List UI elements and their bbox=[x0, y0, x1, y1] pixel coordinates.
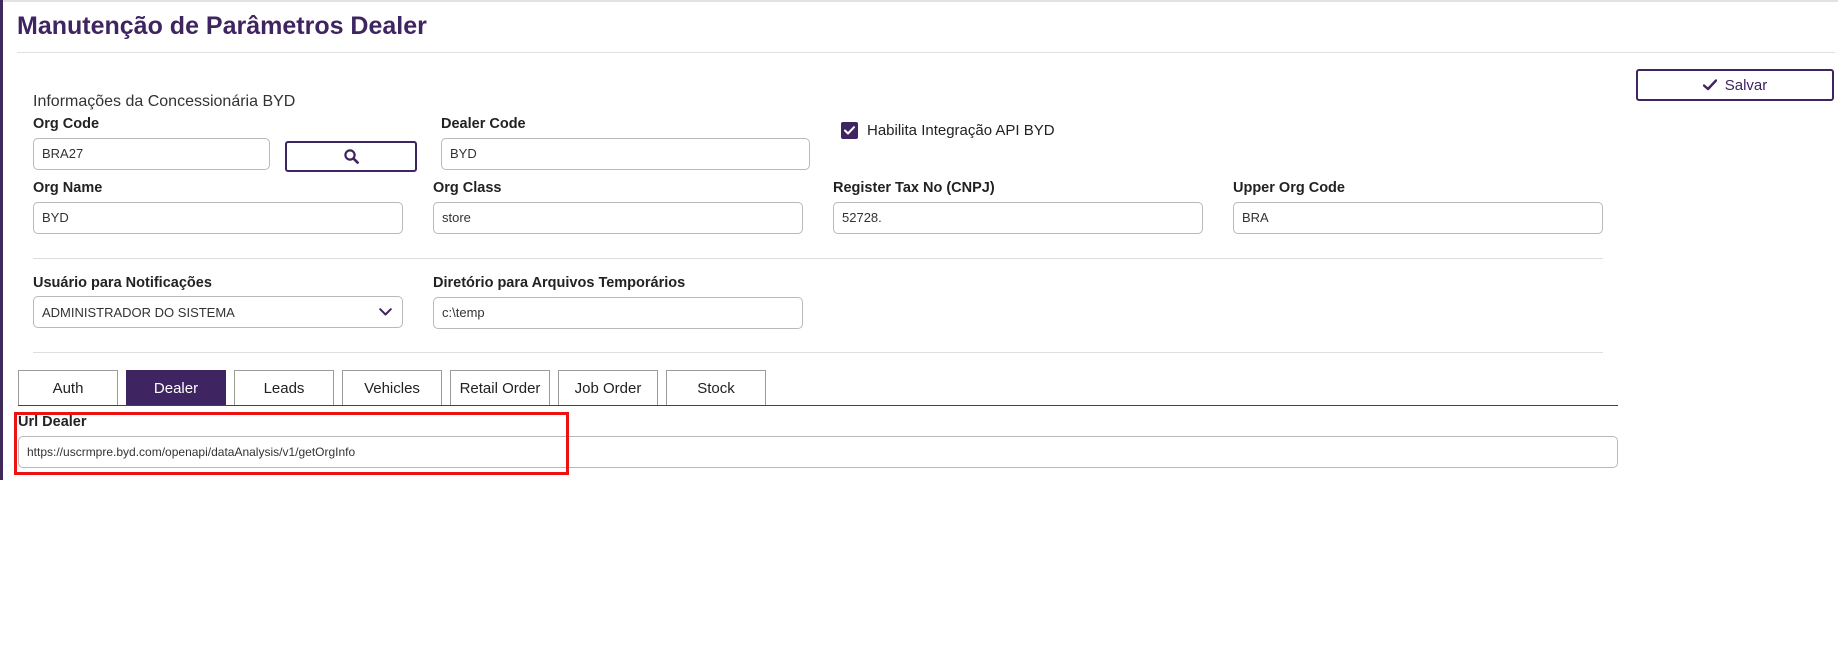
tab-retail-order[interactable]: Retail Order bbox=[450, 370, 550, 406]
tab-auth[interactable]: Auth bbox=[18, 370, 118, 406]
register-tax-label: Register Tax No (CNPJ) bbox=[833, 180, 995, 196]
register-tax-input[interactable]: 52728. bbox=[833, 202, 1203, 234]
top-border bbox=[0, 0, 1838, 2]
highlight-box bbox=[14, 412, 569, 475]
org-code-input[interactable]: BRA27 bbox=[33, 138, 270, 170]
section-divider bbox=[33, 352, 1603, 353]
tab-underline bbox=[18, 405, 1618, 406]
tab-vehicles[interactable]: Vehicles bbox=[342, 370, 442, 406]
dealer-code-input[interactable]: BYD bbox=[441, 138, 810, 170]
tab-stock[interactable]: Stock bbox=[666, 370, 766, 406]
save-button[interactable]: Salvar bbox=[1636, 69, 1834, 101]
org-class-input[interactable]: store bbox=[433, 202, 803, 234]
tab-job-order[interactable]: Job Order bbox=[558, 370, 658, 406]
tab-leads[interactable]: Leads bbox=[234, 370, 334, 406]
temp-dir-input[interactable]: c:\temp bbox=[433, 297, 803, 329]
org-name-input[interactable]: BYD bbox=[33, 202, 403, 234]
api-integration-toggle[interactable]: Habilita Integração API BYD bbox=[841, 122, 1055, 139]
page-title: Manutenção de Parâmetros Dealer bbox=[17, 12, 427, 40]
left-accent-bar bbox=[0, 0, 3, 480]
search-icon bbox=[343, 149, 359, 164]
org-name-label: Org Name bbox=[33, 180, 103, 196]
org-class-label: Org Class bbox=[433, 180, 502, 196]
upper-org-code-label: Upper Org Code bbox=[1233, 180, 1345, 196]
notification-user-value: ADMINISTRADOR DO SISTEMA bbox=[42, 304, 235, 320]
notification-user-select[interactable]: ADMINISTRADOR DO SISTEMA bbox=[33, 296, 403, 328]
section-title: Informações da Concessionária BYD bbox=[33, 93, 296, 110]
api-integration-label: Habilita Integração API BYD bbox=[867, 122, 1055, 139]
upper-org-code-input[interactable]: BRA bbox=[1233, 202, 1603, 234]
checkbox-checked-icon[interactable] bbox=[841, 122, 858, 139]
search-button[interactable] bbox=[285, 141, 417, 172]
title-divider bbox=[17, 52, 1835, 53]
dealer-code-label: Dealer Code bbox=[441, 116, 526, 132]
chevron-down-icon bbox=[379, 308, 392, 316]
save-button-label: Salvar bbox=[1724, 76, 1768, 94]
org-code-label: Org Code bbox=[33, 116, 100, 132]
check-icon bbox=[1702, 79, 1717, 91]
temp-dir-label: Diretório para Arquivos Temporários bbox=[433, 275, 686, 291]
notification-user-label: Usuário para Notificações bbox=[33, 275, 212, 291]
tab-dealer[interactable]: Dealer bbox=[126, 370, 226, 406]
section-divider bbox=[33, 258, 1603, 259]
